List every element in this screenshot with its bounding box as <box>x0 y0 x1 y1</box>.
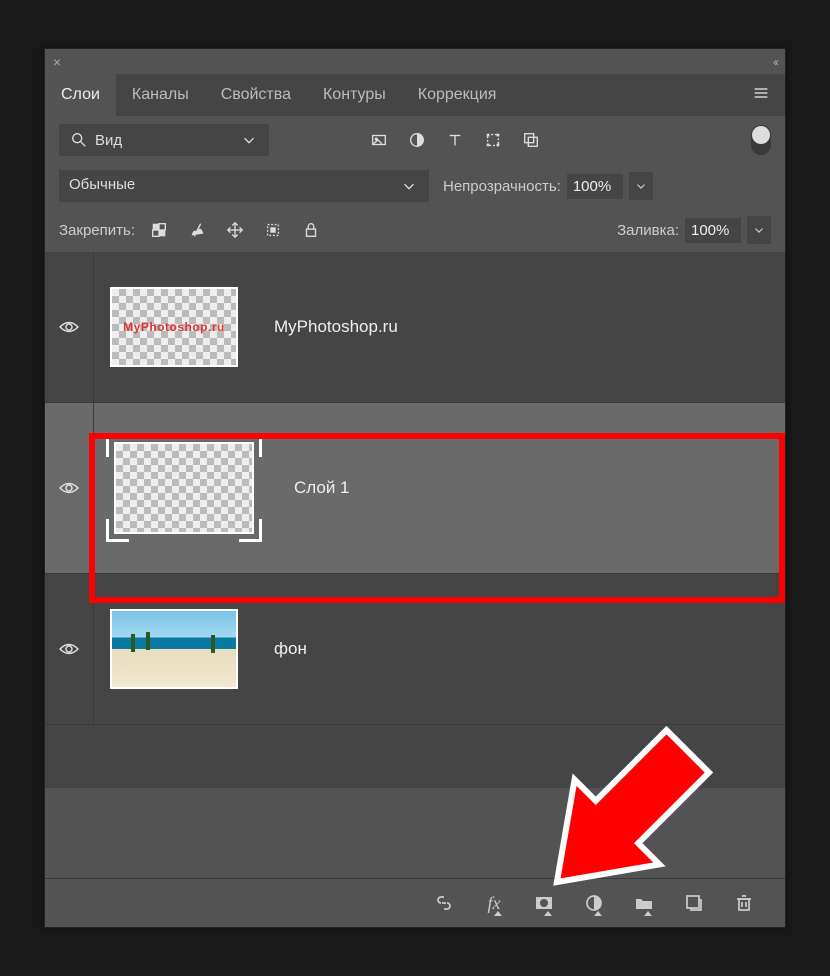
layer-style-icon[interactable]: fx <box>483 892 505 914</box>
chevron-down-icon <box>399 176 419 196</box>
visibility-eye-icon[interactable] <box>59 481 79 495</box>
new-layer-icon[interactable] <box>683 892 705 914</box>
fill-value[interactable]: 100% <box>685 218 741 243</box>
filter-shape-icon[interactable] <box>483 130 503 150</box>
layer-name[interactable]: фон <box>274 639 307 659</box>
adjustment-layer-icon[interactable] <box>583 892 605 914</box>
layers-bottom-bar: fx <box>45 878 785 927</box>
filter-row: Вид <box>45 116 785 164</box>
lock-image-icon[interactable] <box>187 220 207 240</box>
filter-pixel-icon[interactable] <box>369 130 389 150</box>
tab-properties[interactable]: Свойства <box>205 74 307 116</box>
panel-tabs: Слои Каналы Свойства Контуры Коррекция <box>45 74 785 116</box>
new-group-icon[interactable] <box>633 892 655 914</box>
fill-label: Заливка: <box>617 222 679 239</box>
tab-channels[interactable]: Каналы <box>116 74 205 116</box>
lock-row: Закрепить: Заливка: 100% <box>45 208 785 252</box>
opacity-label: Непрозрачность: <box>443 178 561 195</box>
filter-label: Вид <box>95 132 122 149</box>
filter-smart-icon[interactable] <box>521 130 541 150</box>
blend-mode-dropdown[interactable]: Обычные <box>59 170 429 202</box>
layers-panel: × ‹‹ Слои Каналы Свойства Контуры Коррек… <box>44 48 786 928</box>
layer-row[interactable]: MyPhotoshop.ru MyPhotoshop.ru <box>45 252 785 403</box>
layer-thumbnail[interactable]: MyPhotoshop.ru <box>110 287 238 367</box>
panel-menu-icon[interactable] <box>751 85 771 105</box>
filter-adjustment-icon[interactable] <box>407 130 427 150</box>
panel-titlebar: × ‹‹ <box>45 49 785 74</box>
blend-row: Обычные Непрозрачность: 100% <box>45 164 785 208</box>
collapse-icon[interactable]: ‹‹ <box>773 55 777 69</box>
layer-row[interactable]: Слой 1 <box>45 403 785 574</box>
visibility-eye-icon[interactable] <box>59 642 79 656</box>
tab-paths[interactable]: Контуры <box>307 74 402 116</box>
toggle-knob <box>752 126 770 144</box>
lock-label: Закрепить: <box>59 222 135 239</box>
opacity-value[interactable]: 100% <box>567 174 623 199</box>
layer-row[interactable]: фон <box>45 574 785 725</box>
visibility-eye-icon[interactable] <box>59 320 79 334</box>
tab-layers[interactable]: Слои <box>45 74 116 116</box>
opacity-dropdown-button[interactable] <box>629 172 653 200</box>
layer-thumbnail[interactable] <box>114 442 254 534</box>
thumb-overlay-text: MyPhotoshop.ru <box>123 320 225 334</box>
close-icon[interactable]: × <box>53 54 61 70</box>
blend-mode-value: Обычные <box>69 176 135 196</box>
delete-layer-icon[interactable] <box>733 892 755 914</box>
chevron-down-icon <box>239 130 259 150</box>
fill-dropdown-button[interactable] <box>747 216 771 244</box>
filter-type-icon[interactable] <box>445 130 465 150</box>
filter-toggle[interactable] <box>751 125 771 155</box>
lock-position-icon[interactable] <box>225 220 245 240</box>
layer-name[interactable]: Слой 1 <box>294 478 350 498</box>
lock-all-icon[interactable] <box>301 220 321 240</box>
tab-adjustments[interactable]: Коррекция <box>402 74 513 116</box>
filter-type-dropdown[interactable]: Вид <box>59 124 269 156</box>
layer-name[interactable]: MyPhotoshop.ru <box>274 317 398 337</box>
link-layers-icon[interactable] <box>433 892 455 914</box>
add-mask-icon[interactable] <box>533 892 555 914</box>
lock-transparent-icon[interactable] <box>149 220 169 240</box>
lock-artboard-icon[interactable] <box>263 220 283 240</box>
filter-icons <box>369 130 541 150</box>
search-icon <box>69 130 89 150</box>
layer-thumbnail[interactable] <box>110 609 238 689</box>
layers-list: MyPhotoshop.ru MyPhotoshop.ru Слой 1 <box>45 252 785 788</box>
